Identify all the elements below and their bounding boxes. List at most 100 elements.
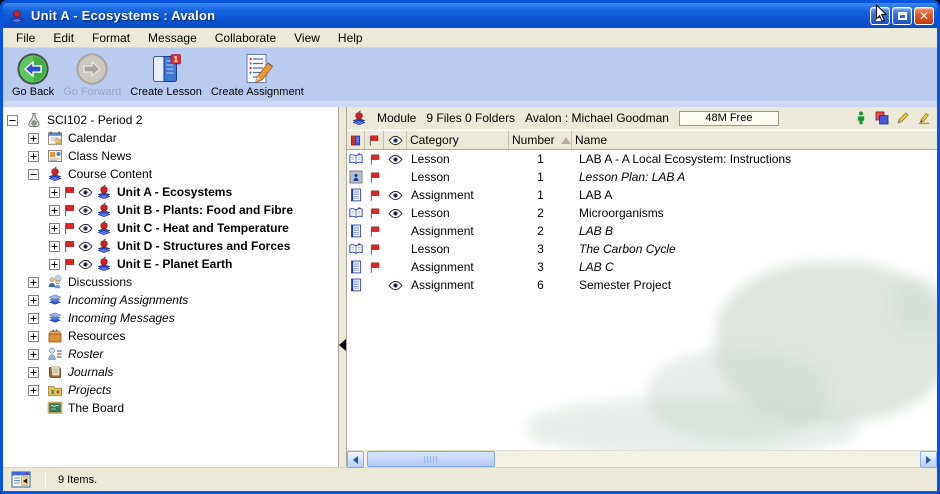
tree-item-class-news[interactable]: Class News: [3, 147, 338, 165]
column-flag[interactable]: [365, 131, 384, 149]
collapse-toggle-icon[interactable]: [7, 115, 18, 126]
column-number[interactable]: Number: [509, 131, 572, 149]
expand-toggle-icon[interactable]: [49, 223, 60, 234]
expand-toggle-icon[interactable]: [28, 367, 39, 378]
tree-item-sci102-period-2[interactable]: SCI102 - Period 2: [3, 111, 338, 129]
toolbar-strip: [3, 100, 937, 107]
item-type-cell: [347, 260, 365, 274]
expand-toggle-icon[interactable]: [49, 241, 60, 252]
list-row-lab-a-a-local-ecosystem-instructions[interactable]: Lesson1LAB A - A Local Ecosystem: Instru…: [347, 150, 937, 168]
menu-message[interactable]: Message: [139, 29, 206, 47]
pen-icon[interactable]: [917, 111, 931, 125]
maximize-button[interactable]: [892, 7, 912, 25]
projects-icon: [47, 382, 63, 398]
collapse-panel-arrow-icon[interactable]: [339, 339, 346, 351]
close-button[interactable]: ✕: [914, 7, 934, 25]
collapse-toggle-icon[interactable]: [28, 169, 39, 180]
menu-view[interactable]: View: [285, 29, 329, 47]
tree-item-journals[interactable]: Journals: [3, 363, 338, 381]
go-forward-button: Go Forward: [60, 51, 124, 98]
expand-toggle-icon[interactable]: [28, 295, 39, 306]
tree-item-calendar[interactable]: Calendar: [3, 129, 338, 147]
menu-edit[interactable]: Edit: [44, 29, 83, 47]
tree-item-unit-c-heat-and-temperature[interactable]: Unit C - Heat and Temperature: [3, 219, 338, 237]
tree-item-unit-e-planet-earth[interactable]: Unit E - Planet Earth: [3, 255, 338, 273]
tree-item-roster[interactable]: Roster: [3, 345, 338, 363]
go-back-button[interactable]: Go Back: [9, 51, 57, 98]
expand-toggle-icon[interactable]: [28, 151, 39, 162]
list-row-microorganisms[interactable]: Lesson2Microorganisms: [347, 204, 937, 222]
tree-item-projects[interactable]: Projects: [3, 381, 338, 399]
column-category[interactable]: Category: [407, 131, 509, 149]
pencil-icon[interactable]: [896, 111, 910, 125]
expand-toggle-icon[interactable]: [28, 331, 39, 342]
eye-icon: [78, 223, 93, 234]
column-name[interactable]: Name: [572, 131, 937, 149]
list-row-lab-c[interactable]: Assignment3LAB C: [347, 258, 937, 276]
expand-toggle-icon[interactable]: [28, 349, 39, 360]
list-row-lab-b[interactable]: Assignment2LAB B: [347, 222, 937, 240]
list-row-lesson-plan-lab-a[interactable]: Lesson1Lesson Plan: LAB A: [347, 168, 937, 186]
go-back-icon: [16, 52, 50, 86]
eye-icon: [388, 190, 403, 201]
tree-item-label: SCI102 - Period 2: [47, 113, 142, 127]
name-cell: The Carbon Cycle: [572, 242, 937, 256]
tree-item-incoming-assignments[interactable]: Incoming Assignments: [3, 291, 338, 309]
tree-item-label: Unit A - Ecosystems: [117, 185, 232, 199]
tree-item-resources[interactable]: Resources: [3, 327, 338, 345]
expand-toggle-icon[interactable]: [49, 259, 60, 270]
list-row-semester-project[interactable]: Assignment6Semester Project: [347, 276, 937, 294]
column-category-label: Category: [410, 133, 459, 147]
tree-item-label: Incoming Messages: [68, 311, 175, 325]
windows-icon[interactable]: [875, 111, 889, 125]
scroll-right-button[interactable]: [920, 451, 937, 468]
tree-item-unit-b-plants-food-and-fibre[interactable]: Unit B - Plants: Food and Fibre: [3, 201, 338, 219]
watch-cell: [384, 190, 407, 201]
number-cell: 2: [509, 224, 572, 238]
picture-icon: [349, 170, 363, 184]
create-assignment-button[interactable]: Create Assignment: [208, 51, 307, 98]
list-row-the-carbon-cycle[interactable]: Lesson3The Carbon Cycle: [347, 240, 937, 258]
menu-collaborate[interactable]: Collaborate: [206, 29, 285, 47]
panel-splitter[interactable]: [338, 107, 347, 467]
tree-item-unit-d-structures-and-forces[interactable]: Unit D - Structures and Forces: [3, 237, 338, 255]
open-book-icon: [349, 206, 363, 220]
toggle-panel-icon[interactable]: [11, 471, 31, 488]
menu-format[interactable]: Format: [83, 29, 139, 47]
title-bar[interactable]: Unit A - Ecosystems : Avalon ✕: [3, 3, 937, 28]
column-item-type[interactable]: [347, 131, 365, 149]
expand-toggle-icon[interactable]: [28, 313, 39, 324]
scroll-left-button[interactable]: [347, 451, 364, 468]
item-count-label: 9 Items.: [58, 474, 97, 486]
number-cell: 1: [509, 152, 572, 166]
scrollbar-track[interactable]: [364, 451, 920, 467]
flag-cell: [365, 189, 384, 202]
open-book-icon: [349, 242, 363, 256]
go-forward-icon: [75, 52, 109, 86]
name-cell: Lesson Plan: LAB A: [572, 170, 937, 184]
create-lesson-button[interactable]: 1Create Lesson: [127, 51, 205, 98]
column-watch[interactable]: [384, 131, 407, 149]
tree-item-the-board[interactable]: The Board: [3, 399, 338, 417]
scrollbar-thumb[interactable]: [367, 451, 495, 467]
menu-help[interactable]: Help: [329, 29, 372, 47]
expand-toggle-icon[interactable]: [28, 133, 39, 144]
menu-file[interactable]: File: [7, 29, 44, 47]
notebook-icon: [349, 224, 363, 238]
item-type-cell: [347, 224, 365, 238]
eye-icon: [388, 208, 403, 219]
expand-toggle-icon[interactable]: [28, 385, 39, 396]
file-list-area: Lesson1LAB A - A Local Ecosystem: Instru…: [347, 150, 937, 450]
tree-item-incoming-messages[interactable]: Incoming Messages: [3, 309, 338, 327]
expand-toggle-icon[interactable]: [28, 277, 39, 288]
person-icon[interactable]: [854, 111, 868, 125]
tree-item-label: Discussions: [68, 275, 132, 289]
expand-toggle-icon[interactable]: [49, 187, 60, 198]
tree-item-unit-a-ecosystems[interactable]: Unit A - Ecosystems: [3, 183, 338, 201]
list-row-lab-a[interactable]: Assignment1LAB A: [347, 186, 937, 204]
flag-icon: [369, 171, 381, 184]
watch-cell: [384, 154, 407, 165]
tree-item-discussions[interactable]: Discussions: [3, 273, 338, 291]
tree-item-course-content[interactable]: Course Content: [3, 165, 338, 183]
expand-toggle-icon[interactable]: [49, 205, 60, 216]
